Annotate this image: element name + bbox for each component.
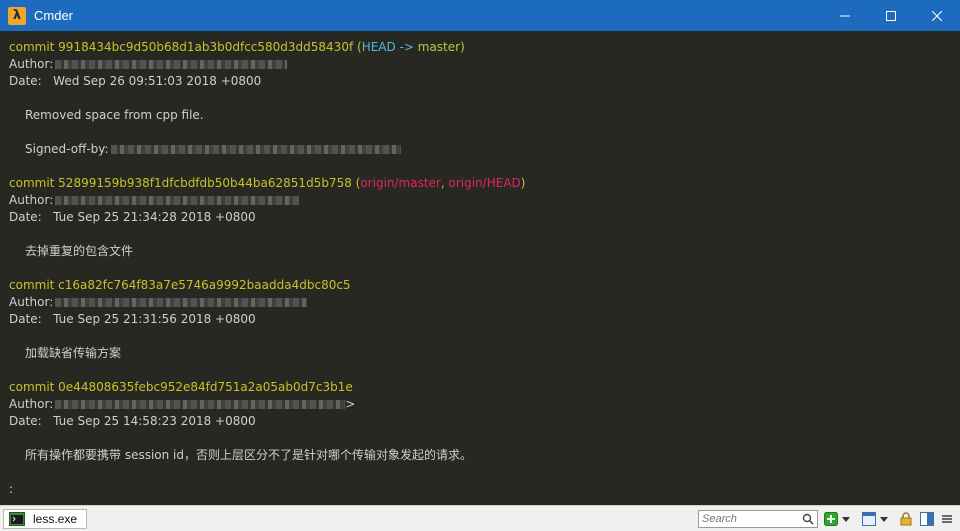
redacted-signoff — [110, 145, 401, 154]
tab-label: less.exe — [33, 512, 78, 526]
redacted-author — [55, 196, 300, 205]
new-console-button[interactable] — [823, 511, 839, 527]
plus-icon — [824, 512, 838, 526]
search-icon[interactable] — [802, 513, 814, 525]
ref-separator: , — [440, 176, 449, 190]
lock-icon — [900, 512, 912, 526]
window-layout-icon — [862, 512, 876, 526]
new-console-dropdown[interactable] — [841, 511, 851, 527]
date-line: Date: Tue Sep 25 14:58:23 2018 +0800 — [9, 414, 256, 428]
date-line: Date: Tue Sep 25 21:31:56 2018 +0800 — [9, 312, 256, 326]
commit-message: Removed space from cpp file. — [25, 108, 204, 122]
commit-hash: commit 0e44808635febc952e84fd751a2a05ab0… — [9, 380, 353, 394]
search-input[interactable] — [702, 511, 802, 527]
author-label: Author: — [9, 295, 54, 309]
redacted-author — [55, 400, 346, 409]
minimize-button[interactable] — [822, 0, 868, 31]
author-label: Author: — [9, 193, 54, 207]
commit-hash: commit 52899159b938f1dfcbdfdb50b44ba6285… — [9, 176, 352, 190]
ref-arrow: -> — [395, 40, 418, 54]
close-icon — [932, 10, 942, 21]
commit-message: 去掉重复的包含文件 — [25, 244, 134, 258]
lock-button[interactable] — [898, 511, 914, 527]
signoff-label: Signed-off-by: — [25, 142, 109, 156]
redacted-author — [55, 60, 288, 69]
author-line: Author: — [9, 56, 288, 73]
window-title: Cmder — [34, 8, 74, 23]
commit-line: commit 9918434bc9d50b68d1ab3b0dfcc580d3d… — [9, 39, 465, 56]
menu-button[interactable] — [939, 511, 955, 527]
author-line: Author: — [9, 192, 300, 209]
maximize-icon — [886, 10, 896, 21]
ref-paren: ) — [520, 176, 526, 190]
remote-ref: origin/HEAD — [448, 176, 521, 190]
author-tail: > — [345, 397, 356, 411]
console-tab[interactable]: less.exe — [3, 509, 87, 529]
author-line: Author: — [9, 294, 308, 311]
commit-message: 所有操作都要携带 session id，否则上层区分不了是针对哪个传输对象发起的… — [25, 448, 473, 462]
commit-line: commit 52899159b938f1dfcbdfdb50b44ba6285… — [9, 175, 525, 192]
split-view-button[interactable] — [919, 511, 935, 527]
commit-hash: commit c16a82fc764f83a7e5746a9992baadda4… — [9, 278, 351, 292]
less-prompt[interactable]: : — [9, 481, 13, 498]
author-label: Author: — [9, 57, 54, 71]
commit-line: commit c16a82fc764f83a7e5746a9992baadda4… — [9, 277, 351, 294]
cmder-lambda-icon[interactable]: λ — [8, 6, 26, 25]
head-ref: HEAD — [361, 40, 396, 54]
author-label: Author: — [9, 397, 54, 411]
chevron-down-icon — [842, 516, 850, 522]
minimize-icon — [840, 15, 850, 16]
terminal-output[interactable]: commit 9918434bc9d50b68d1ab3b0dfcc580d3d… — [0, 31, 960, 505]
ref-paren: ) — [460, 40, 465, 54]
chevron-down-icon — [880, 516, 888, 522]
commit-hash: commit 9918434bc9d50b68d1ab3b0dfcc580d3d… — [9, 40, 354, 54]
date-line: Date: Wed Sep 26 09:51:03 2018 +0800 — [9, 74, 262, 88]
console-icon — [9, 512, 25, 526]
title-bar: λ Cmder — [0, 0, 960, 31]
status-bar: less.exe — [0, 505, 960, 531]
hamburger-menu-icon — [942, 515, 952, 523]
signoff-line: Signed-off-by: — [25, 141, 401, 158]
search-box[interactable] — [698, 510, 818, 528]
close-button[interactable] — [914, 0, 960, 31]
redacted-author — [55, 298, 308, 307]
remote-ref: origin/master — [360, 176, 441, 190]
date-line: Date: Tue Sep 25 21:34:28 2018 +0800 — [9, 210, 256, 224]
ref-paren: ( — [353, 40, 362, 54]
branch-ref: master — [417, 40, 461, 54]
commit-line: commit 0e44808635febc952e84fd751a2a05ab0… — [9, 379, 353, 396]
window-controls — [822, 0, 960, 31]
commit-message: 加载缺省传输方案 — [25, 346, 122, 360]
layout-dropdown[interactable] — [879, 511, 889, 527]
author-line: Author: > — [9, 396, 355, 413]
maximize-button[interactable] — [868, 0, 914, 31]
split-panel-icon — [920, 512, 934, 526]
layout-button[interactable] — [861, 511, 877, 527]
